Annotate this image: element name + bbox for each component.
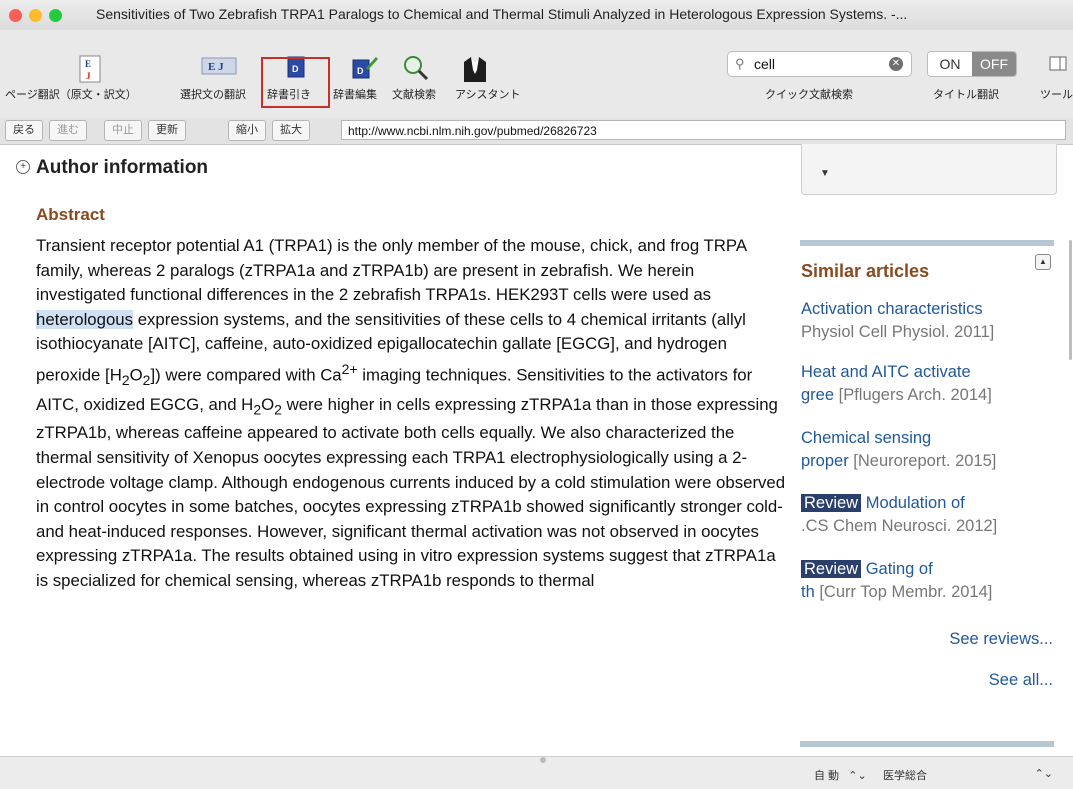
status-bar: 自 動 ⌃⌄ 医学総合 ⌃⌄ xyxy=(0,756,1073,789)
stop-button[interactable]: 中止 xyxy=(104,120,142,141)
sidebar-dropdown-box[interactable]: ▼ xyxy=(801,144,1057,195)
dictionary-lookup-label: 辞書引き xyxy=(267,89,311,101)
toggle-on[interactable]: ON xyxy=(928,52,972,76)
tools-button[interactable] xyxy=(1045,54,1071,88)
url-field[interactable]: http://www.ncbi.nlm.nih.gov/pubmed/26826… xyxy=(341,120,1066,140)
navigation-bar: 戻る 進む 中止 更新 縮小 拡大 http://www.ncbi.nlm.ni… xyxy=(0,118,1073,145)
divider xyxy=(800,741,1054,747)
title-translate-toggle[interactable]: ON OFF xyxy=(927,51,1017,77)
selection-translate-button[interactable]: E J xyxy=(199,54,239,88)
forward-button[interactable]: 進む xyxy=(49,120,87,141)
review-badge: Review xyxy=(801,560,862,578)
similar-article-4[interactable]: Review Modulation of .CS Chem Neurosci. … xyxy=(801,492,1056,538)
assistant-label: アシスタント xyxy=(455,89,521,101)
abstract-heading: Abstract xyxy=(36,205,105,224)
quick-search-label: クイック文献検索 xyxy=(765,89,853,101)
similar-article-1[interactable]: Activation characteristics Physiol Cell … xyxy=(801,298,1056,344)
svg-text:J: J xyxy=(86,71,91,81)
svg-text:D: D xyxy=(357,66,364,76)
page-translate-icon: E J xyxy=(79,55,101,83)
literature-search-label: 文献検索 xyxy=(392,89,436,101)
title-translate-label: タイトル翻訳 xyxy=(933,89,999,101)
toggle-off[interactable]: OFF xyxy=(972,52,1016,76)
magnifier-icon xyxy=(404,56,429,81)
divider xyxy=(800,240,1054,246)
search-input[interactable]: cell xyxy=(754,56,775,72)
back-button[interactable]: 戻る xyxy=(5,120,43,141)
dictionary-edit-button[interactable]: D xyxy=(343,54,383,88)
zoom-window-button[interactable] xyxy=(49,9,62,22)
ej-icon: E J xyxy=(201,57,237,75)
search-icon: ⚲ xyxy=(735,56,745,71)
similar-article-2[interactable]: Heat and AITC activate gree [Pflugers Ar… xyxy=(801,361,1056,407)
similar-article-5[interactable]: Review Gating of th [Curr Top Membr. 201… xyxy=(801,558,1056,604)
minimize-window-button[interactable] xyxy=(29,9,42,22)
abstract-text: Transient receptor potential A1 (TRPA1) … xyxy=(36,236,786,591)
assistant-icon xyxy=(464,57,486,82)
selection-translate-label: 選択文の翻訳 xyxy=(180,89,246,101)
clear-search-icon[interactable]: ✕ xyxy=(889,57,903,71)
dropdown-arrow-icon: ▼ xyxy=(820,168,830,179)
zoom-out-button[interactable]: 縮小 xyxy=(228,120,266,141)
literature-search-button[interactable] xyxy=(396,54,436,88)
zoom-in-button[interactable]: 拡大 xyxy=(272,120,310,141)
dictionary-edit-icon: D xyxy=(352,57,378,79)
title-bar: Sensitivities of Two Zebrafish TRPA1 Par… xyxy=(0,0,1073,30)
see-reviews-link[interactable]: See reviews... xyxy=(801,630,1053,649)
resize-handle[interactable] xyxy=(540,757,546,763)
author-information-toggle[interactable]: Author information xyxy=(36,157,208,179)
expand-icon[interactable]: + xyxy=(16,160,30,174)
highlighted-word: heterologous xyxy=(36,309,134,329)
tools-label: ツール xyxy=(1040,89,1073,101)
close-window-button[interactable] xyxy=(9,9,22,22)
page-translate-label: ページ翻訳（原文・訳文） xyxy=(5,89,137,101)
mode-select[interactable]: 自 動 ⌃⌄ xyxy=(814,767,867,783)
window-title: Sensitivities of Two Zebrafish TRPA1 Par… xyxy=(96,6,908,22)
refresh-button[interactable]: 更新 xyxy=(148,120,186,141)
scrollbar[interactable] xyxy=(1069,240,1072,360)
quick-search-field[interactable]: ⚲ cell ✕ xyxy=(727,51,912,77)
page-translate-button[interactable]: E J xyxy=(70,54,110,88)
similar-article-3[interactable]: Chemical sensing proper [Neuroreport. 20… xyxy=(801,427,1056,473)
assistant-button[interactable] xyxy=(455,54,495,88)
dictionary-edit-label: 辞書編集 xyxy=(333,89,377,101)
svg-text:E J: E J xyxy=(208,61,224,73)
collapse-icon[interactable]: ▲ xyxy=(1035,254,1051,270)
sidebar-toggle-icon xyxy=(1049,56,1067,71)
similar-articles-heading: Similar articles xyxy=(801,261,930,281)
see-all-link[interactable]: See all... xyxy=(801,671,1053,690)
toolbar: E J ページ翻訳（原文・訳文） E J 選択文の翻訳 D 辞書引き D 辞書編… xyxy=(0,30,1073,118)
svg-text:E: E xyxy=(85,59,91,69)
review-badge: Review xyxy=(801,494,862,512)
dictionary-select[interactable]: 医学総合 ⌃⌄ xyxy=(883,767,1053,783)
